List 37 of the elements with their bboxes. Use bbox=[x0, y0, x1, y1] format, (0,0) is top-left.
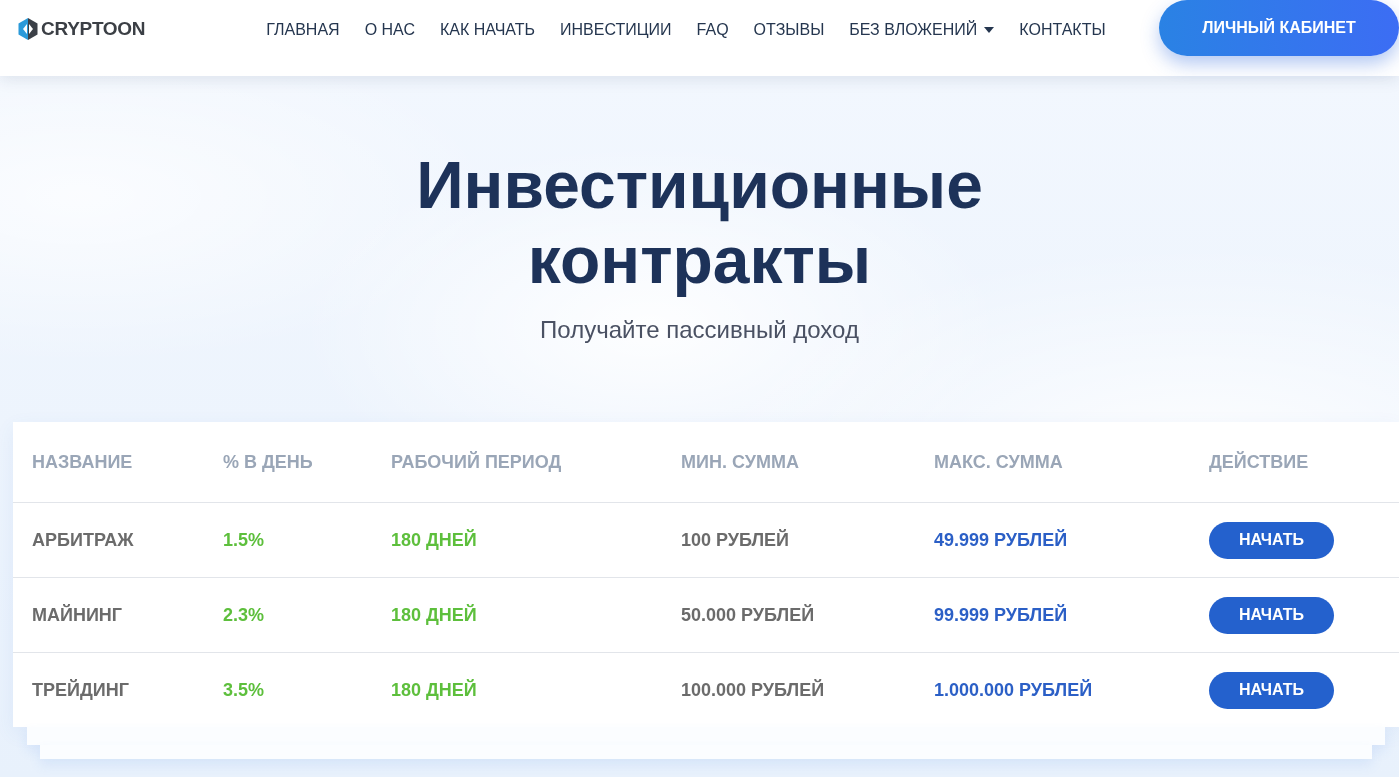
table-cell-text: 100.000 РУБЛЕЙ bbox=[681, 679, 826, 701]
nav-link[interactable]: FAQ bbox=[696, 21, 729, 39]
table-cell-text: 180 ДНЕЙ bbox=[391, 529, 478, 551]
account-button[interactable]: ЛИЧНЫЙ КАБИНЕТ bbox=[1159, 0, 1399, 56]
logo-text: CRYPTOON bbox=[41, 18, 146, 40]
nav-link[interactable]: КОНТАКТЫ bbox=[1019, 21, 1106, 39]
table-cell-text: 99.999 РУБЛЕЙ bbox=[934, 604, 1069, 626]
hero-title: Инвестиционные контракты bbox=[415, 148, 984, 298]
table-cell-text: 100 РУБЛЕЙ bbox=[681, 529, 791, 551]
column-header: ДЕЙСТВИЕ bbox=[1209, 451, 1310, 473]
column-header: НАЗВАНИЕ bbox=[32, 451, 134, 473]
table-cell-text: 1.5% bbox=[223, 529, 266, 551]
table-cell-text: 49.999 РУБЛЕЙ bbox=[934, 529, 1069, 551]
column-header: % В ДЕНЬ bbox=[223, 451, 314, 473]
nav-link[interactable]: КАК НАЧАТЬ bbox=[439, 21, 536, 39]
nav-link[interactable]: ИНВЕСТИЦИИ bbox=[560, 21, 672, 39]
logo-icon bbox=[18, 18, 38, 40]
start-button[interactable]: НАЧАТЬ bbox=[1209, 671, 1334, 709]
table-cell-text: 3.5% bbox=[223, 679, 266, 701]
table-cell-text: 50.000 РУБЛЕЙ bbox=[681, 604, 816, 626]
table-cell-text: 180 ДНЕЙ bbox=[391, 604, 478, 626]
column-header: МИН. СУММА bbox=[681, 451, 800, 473]
nav-link[interactable]: ГЛАВНАЯ bbox=[266, 21, 340, 39]
start-button[interactable]: НАЧАТЬ bbox=[1209, 521, 1334, 559]
table-cell-text: 180 ДНЕЙ bbox=[391, 679, 478, 701]
table-cell-text: АРБИТРАЖ bbox=[32, 529, 135, 551]
column-header: РАБОЧИЙ ПЕРИОД bbox=[391, 451, 563, 473]
table-cell-text: 2.3% bbox=[223, 604, 266, 626]
nav-link[interactable]: ОТЗЫВЫ bbox=[753, 21, 825, 39]
nav-link[interactable]: О НАС bbox=[364, 21, 415, 39]
table-cell-text: 1.000.000 РУБЛЕЙ bbox=[934, 679, 1094, 701]
column-header: МАКС. СУММА bbox=[934, 451, 1064, 473]
table-cell-text: МАЙНИНГ bbox=[32, 604, 124, 626]
table-cell-text: ТРЕЙДИНГ bbox=[32, 679, 130, 701]
hero-subtitle: Получайте пассивный доход bbox=[540, 315, 859, 345]
caret-icon bbox=[984, 27, 995, 33]
start-button[interactable]: НАЧАТЬ bbox=[1209, 596, 1334, 634]
